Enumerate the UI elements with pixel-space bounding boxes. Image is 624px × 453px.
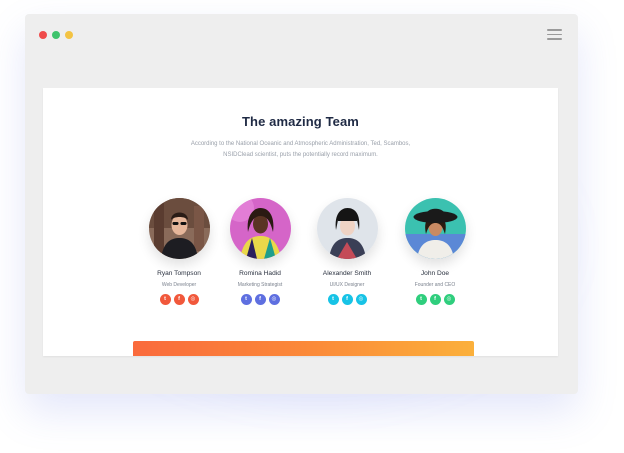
twitter-icon[interactable]: t — [327, 294, 339, 305]
team-member-card: Romina Hadid Marketing Strategist t f ◎ — [215, 198, 305, 305]
avatar — [148, 198, 210, 259]
avatar — [316, 198, 378, 259]
facebook-icon[interactable]: f — [254, 294, 266, 305]
twitter-icon[interactable]: t — [159, 294, 171, 305]
avatar — [404, 198, 466, 259]
section-title: The amazing Team — [242, 114, 359, 129]
social-links: t f ◎ — [390, 294, 480, 305]
twitter-icon[interactable]: t — [415, 294, 427, 305]
maximize-window-dot[interactable] — [52, 31, 60, 39]
social-links: t f ◎ — [134, 294, 224, 305]
dribbble-icon[interactable]: ◎ — [268, 294, 280, 305]
member-role: Founder and CEO — [414, 282, 456, 288]
dribbble-icon[interactable]: ◎ — [443, 294, 455, 305]
member-role: UI/UX Designer — [329, 282, 365, 288]
team-member-card: John Doe Founder and CEO t f ◎ — [390, 198, 480, 305]
member-name: Ryan Tompson — [157, 270, 201, 277]
member-role: Web Developer — [161, 282, 197, 288]
member-role: Marketing Strategist — [237, 282, 283, 288]
hamburger-icon[interactable] — [547, 29, 562, 40]
member-name: Alexander Smith — [322, 270, 372, 277]
browser-window: The amazing Team According to the Nation… — [25, 14, 578, 394]
twitter-icon[interactable]: t — [240, 294, 252, 305]
window-controls — [39, 31, 73, 39]
dribbble-icon[interactable]: ◎ — [355, 294, 367, 305]
social-links: t f ◎ — [302, 294, 392, 305]
social-links: t f ◎ — [215, 294, 305, 305]
team-member-card: Alexander Smith UI/UX Designer t f ◎ — [302, 198, 392, 305]
close-window-dot[interactable] — [39, 31, 47, 39]
member-name: John Doe — [420, 270, 450, 277]
facebook-icon[interactable]: f — [341, 294, 353, 305]
member-name: Romina Hadid — [239, 270, 281, 277]
orange-gradient-banner — [133, 341, 474, 356]
team-section: The amazing Team According to the Nation… — [43, 88, 558, 356]
team-member-card: Ryan Tompson Web Developer t f ◎ — [134, 198, 224, 305]
minimize-window-dot[interactable] — [65, 31, 73, 39]
avatar — [229, 198, 291, 259]
dribbble-icon[interactable]: ◎ — [187, 294, 199, 305]
facebook-icon[interactable]: f — [429, 294, 441, 305]
section-description: According to the National Oceanic and At… — [190, 141, 411, 158]
facebook-icon[interactable]: f — [173, 294, 185, 305]
